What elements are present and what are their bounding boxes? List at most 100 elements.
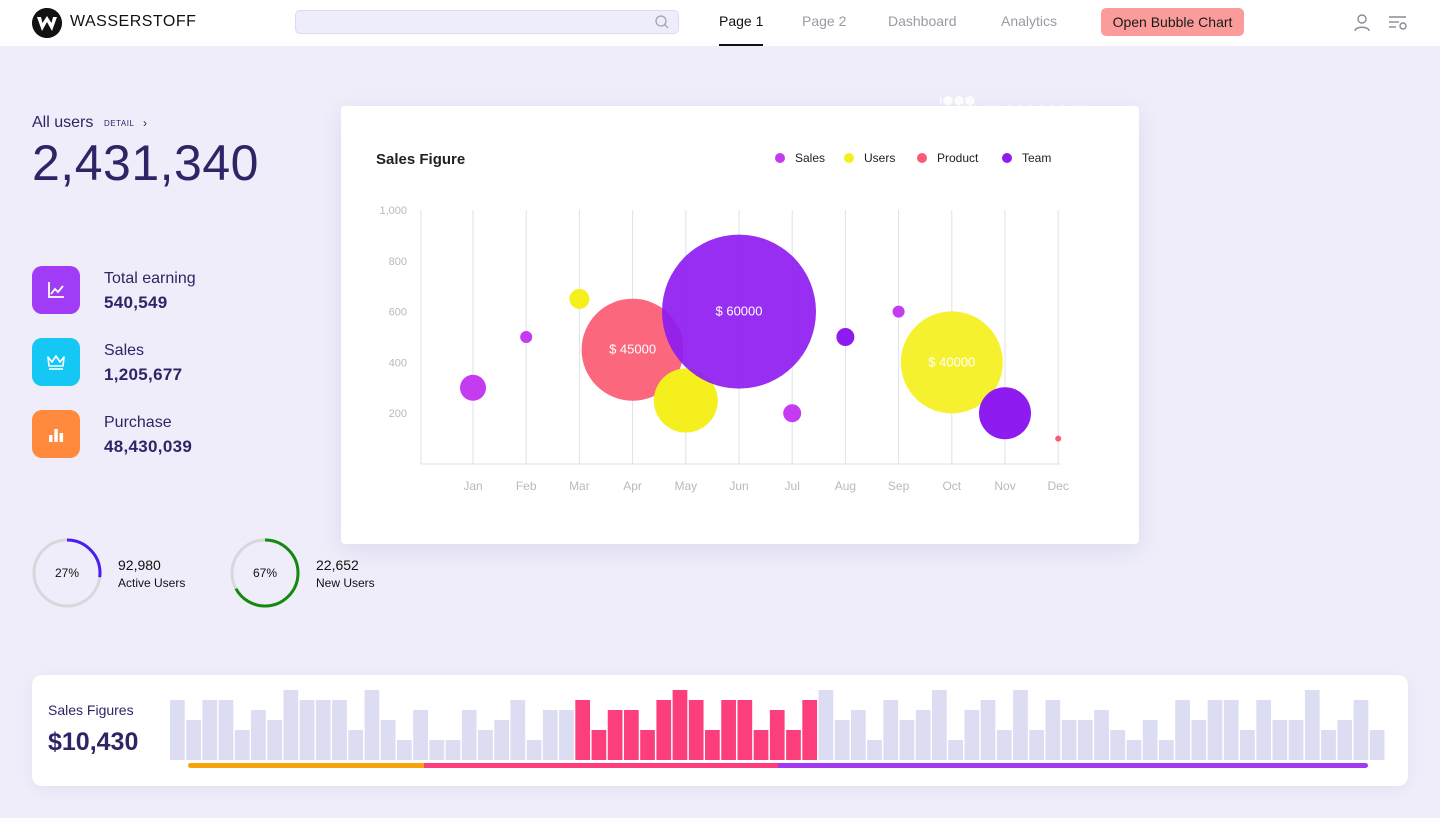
sales-bar bbox=[1126, 740, 1142, 760]
x-tick-label: Sep bbox=[888, 479, 910, 493]
trend-chart-icon bbox=[32, 266, 80, 314]
kpi-label-total-earning: Total earning bbox=[104, 270, 196, 287]
sales-bar bbox=[656, 700, 672, 760]
bubble-sales-sep[interactable] bbox=[892, 305, 905, 318]
sales-bar bbox=[283, 690, 299, 760]
tab-analytics[interactable]: Analytics bbox=[1001, 13, 1057, 29]
kpi-value-total-earning: 540,549 bbox=[104, 293, 168, 312]
open-bubble-chart-button[interactable]: Open Bubble Chart bbox=[1101, 8, 1244, 36]
sales-bar bbox=[218, 700, 234, 760]
sales-bar bbox=[542, 710, 558, 760]
bubble-value-label: $ 40000 bbox=[928, 354, 975, 369]
sales-bar bbox=[510, 700, 526, 760]
sales-bar bbox=[1094, 710, 1109, 760]
sales-bar bbox=[705, 730, 720, 760]
sales-bar bbox=[234, 730, 250, 760]
progress-segment bbox=[778, 763, 1368, 768]
x-tick-label: Mar bbox=[569, 479, 590, 493]
y-tick-label: 800 bbox=[389, 256, 407, 268]
sales-bar bbox=[1240, 730, 1255, 760]
sales-bar bbox=[478, 730, 493, 760]
sales-bar bbox=[526, 740, 542, 760]
sales-bar bbox=[575, 700, 591, 760]
active-users-label: Active Users bbox=[118, 576, 186, 590]
bubble-value-label: $ 45000 bbox=[609, 342, 656, 357]
kpi-label-purchase: Purchase bbox=[104, 414, 172, 431]
kpi-value-purchase: 48,430,039 bbox=[104, 437, 193, 456]
y-tick-label: 400 bbox=[389, 357, 407, 369]
sales-bar bbox=[299, 700, 315, 760]
sales-bar bbox=[737, 700, 753, 760]
sales-bar bbox=[1353, 700, 1369, 760]
sales-bar bbox=[769, 710, 785, 760]
y-tick-label: 600 bbox=[389, 307, 407, 319]
sales-bar bbox=[267, 720, 282, 760]
map-hex bbox=[954, 95, 964, 106]
sales-bar bbox=[591, 730, 607, 760]
sales-bar bbox=[1029, 730, 1045, 760]
map-hex bbox=[940, 97, 942, 105]
sales-bar bbox=[445, 740, 461, 760]
x-tick-label: Jan bbox=[463, 479, 482, 493]
sales-bar bbox=[1304, 690, 1320, 760]
sales-bar bbox=[1142, 720, 1158, 760]
new-users-label: New Users bbox=[316, 576, 375, 590]
sales-bar bbox=[1288, 720, 1304, 760]
sales-bar bbox=[186, 720, 201, 760]
bubble-sales-jan[interactable] bbox=[460, 374, 486, 401]
sales-bar bbox=[429, 740, 445, 760]
sales-bar bbox=[980, 700, 996, 760]
chevron-right-icon[interactable]: › bbox=[143, 116, 147, 130]
sales-progress-bar bbox=[188, 763, 1368, 768]
x-tick-label: May bbox=[674, 479, 697, 493]
bubble-product-dec[interactable] bbox=[1055, 435, 1062, 442]
search-input[interactable] bbox=[295, 10, 679, 34]
sales-bar bbox=[1077, 720, 1093, 760]
sales-bar bbox=[1110, 730, 1126, 760]
tab-dashboard[interactable]: Dashboard bbox=[888, 13, 957, 29]
sales-bar bbox=[834, 720, 850, 760]
sales-bar bbox=[461, 710, 477, 760]
sales-bar bbox=[1191, 720, 1207, 760]
sales-figures-value: $10,430 bbox=[48, 728, 139, 756]
sales-bar bbox=[315, 700, 331, 760]
detail-link[interactable]: DETAIL bbox=[104, 119, 134, 128]
bubble-users-mar[interactable] bbox=[569, 288, 590, 309]
bubble-team-aug[interactable] bbox=[836, 328, 855, 346]
sales-bar bbox=[170, 700, 185, 760]
bubble-team-nov[interactable] bbox=[979, 387, 1031, 440]
x-tick-label: Apr bbox=[623, 479, 642, 493]
progress-segment bbox=[188, 763, 424, 768]
sales-bar bbox=[996, 730, 1012, 760]
sales-bar bbox=[688, 700, 704, 760]
active-users-count: 92,980 bbox=[118, 557, 161, 573]
sales-bar bbox=[559, 710, 574, 760]
sales-bar bbox=[899, 720, 915, 760]
sales-bar bbox=[1223, 700, 1239, 760]
sales-bar bbox=[932, 690, 947, 760]
map-hex bbox=[965, 95, 975, 106]
tab-page-2[interactable]: Page 2 bbox=[802, 13, 846, 29]
brand-logo-icon[interactable] bbox=[32, 8, 62, 38]
sales-bar bbox=[332, 700, 347, 760]
sales-bar bbox=[364, 690, 380, 760]
x-tick-label: Oct bbox=[942, 479, 961, 493]
sales-bar bbox=[1175, 700, 1190, 760]
kpi-label-sales: Sales bbox=[104, 342, 145, 359]
kpi-value-sales: 1,205,677 bbox=[104, 365, 183, 384]
tab-page-1[interactable]: Page 1 bbox=[719, 13, 763, 29]
filter-settings-icon[interactable] bbox=[1387, 12, 1409, 34]
bubble-sales-feb[interactable] bbox=[520, 331, 533, 343]
sales-bar bbox=[883, 700, 899, 760]
x-tick-label: Jun bbox=[729, 479, 748, 493]
sales-bar bbox=[380, 720, 396, 760]
sales-bar bbox=[818, 690, 834, 760]
sales-bar bbox=[640, 730, 655, 760]
user-icon[interactable] bbox=[1351, 12, 1373, 34]
bubble-sales-jul[interactable] bbox=[783, 404, 802, 423]
sales-bar bbox=[251, 710, 266, 760]
sales-figures-bar-chart bbox=[170, 690, 1385, 760]
sales-bar bbox=[1337, 720, 1353, 760]
search-icon[interactable] bbox=[654, 14, 670, 30]
sales-bar bbox=[786, 730, 801, 760]
